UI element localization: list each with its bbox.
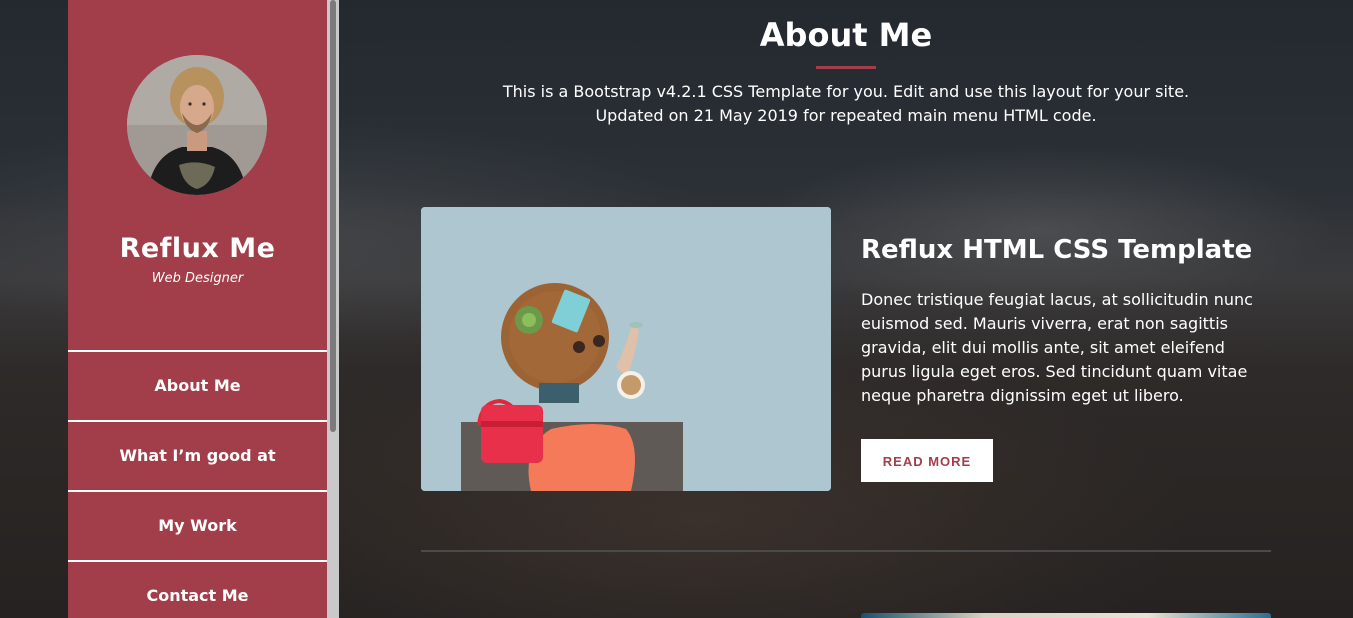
card-text: Donec tristique feugiat lacus, at sollic… <box>861 290 1253 405</box>
intro-line-2: Updated on 21 May 2019 for repeated main… <box>595 106 1097 125</box>
cafe-table-photo <box>421 207 831 491</box>
card-title: Reflux HTML CSS Template <box>861 235 1253 265</box>
page-title: About Me <box>759 16 933 54</box>
nav-item-about-me[interactable]: About Me <box>68 350 327 420</box>
nav-item-contact-me[interactable]: Contact Me <box>68 560 327 618</box>
avatar-photo <box>127 55 267 195</box>
sidebar-scrollbar[interactable] <box>327 0 339 618</box>
avatar <box>127 55 267 195</box>
sidebar: Reflux Me Web Designer About Me What I’m… <box>68 0 327 618</box>
title-underline <box>816 66 876 69</box>
intro-text: This is a Bootstrap v4.2.1 CSS Template … <box>339 80 1353 128</box>
read-more-button[interactable]: READ MORE <box>861 439 993 482</box>
intro-line-1: This is a Bootstrap v4.2.1 CSS Template … <box>502 82 1190 101</box>
card-image <box>421 207 831 491</box>
scrollbar-thumb[interactable] <box>330 0 336 432</box>
section-divider <box>421 550 1271 552</box>
nav-item-my-work[interactable]: My Work <box>68 490 327 560</box>
brand-role: Web Designer <box>151 271 244 286</box>
nav-item-what-im-good-at[interactable]: What I’m good at <box>68 420 327 490</box>
next-card-image <box>861 613 1271 618</box>
main-nav: About Me What I’m good at My Work Contac… <box>68 350 327 618</box>
brand-name: Reflux Me <box>119 233 276 264</box>
